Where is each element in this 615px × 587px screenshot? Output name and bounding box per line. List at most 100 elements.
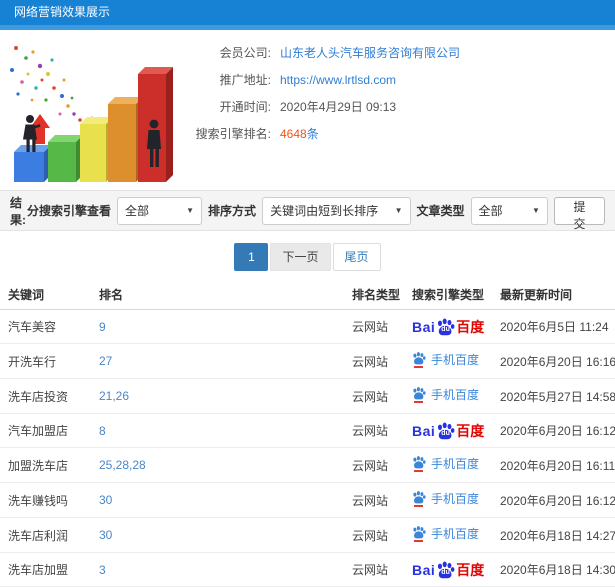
mobile-baidu-label: 手机百度 bbox=[431, 491, 480, 506]
mobile-baidu-label: 手机百度 bbox=[431, 526, 480, 541]
keyword-cell: 汽车加盟店 bbox=[0, 413, 95, 448]
mobile-baidu-label: 手机百度 bbox=[431, 456, 480, 471]
sort-select[interactable]: 关键词由短到长排序 ▼ bbox=[262, 196, 411, 225]
rank-link[interactable]: 27 bbox=[99, 354, 112, 368]
rank-type-cell: 云网站 bbox=[348, 309, 408, 344]
result-label: 结果: bbox=[10, 195, 26, 227]
header-engine-type: 搜索引擎类型 bbox=[408, 280, 496, 310]
submit-button[interactable]: 提交 bbox=[553, 196, 605, 231]
baidu-paw-icon: du bbox=[436, 317, 455, 336]
baidu-paw-icon: du bbox=[436, 560, 455, 579]
filter-controls: 分搜索引擎查看 全部 ▼ 排序方式 关键词由短到长排序 ▼ 文章类型 全部 ▼ … bbox=[26, 196, 605, 231]
next-page-button[interactable]: 下一页 bbox=[270, 243, 331, 271]
updated-cell: 2020年6月20日 16:12 bbox=[496, 482, 615, 518]
engine-cell: Bai du 百度 bbox=[408, 552, 496, 587]
rank-cell: 3 bbox=[95, 552, 348, 587]
table-row: 汽车加盟店 8 云网站 Bai du 百度 2020年6月20日 16:12 bbox=[0, 413, 615, 448]
company-label: 会员公司: bbox=[219, 46, 271, 60]
info-row-url: 推广地址: https://www.lrtlsd.com bbox=[183, 66, 615, 93]
updated-cell: 2020年6月20日 16:16 bbox=[496, 343, 615, 379]
header-keyword: 关键词 bbox=[0, 280, 95, 310]
rank-type-cell: 云网站 bbox=[348, 552, 408, 587]
table-body: 汽车美容 9 云网站 Bai du 百度 2020年6月5日 11:24 开洗车行 27 云网站手… bbox=[0, 309, 615, 587]
baidu-logo-bai: Bai bbox=[412, 318, 436, 335]
sort-filter-label: 排序方式 bbox=[208, 204, 257, 218]
keyword-cell: 开洗车行 bbox=[0, 343, 95, 379]
mobile-baidu-label: 手机百度 bbox=[431, 387, 480, 402]
mobile-baidu-paw-icon bbox=[412, 455, 426, 472]
bar-chart-illustration bbox=[2, 32, 180, 188]
info-section: 会员公司: 山东老人头汽车服务咨询有限公司 推广地址: https://www.… bbox=[0, 30, 615, 190]
mobile-baidu-logo: 手机百度 bbox=[412, 386, 479, 403]
baidu-logo-du: du bbox=[441, 430, 450, 437]
keyword-cell: 汽车美容 bbox=[0, 309, 95, 344]
baidu-logo-cn: 百度 bbox=[456, 422, 485, 439]
table-row: 洗车赚钱吗 30 云网站 手机百度 2020年6月20日 16:12 bbox=[0, 482, 615, 518]
promo-url-label: 推广地址: bbox=[219, 73, 271, 87]
rank-cell: 30 bbox=[95, 482, 348, 518]
rank-type-cell: 云网站 bbox=[348, 447, 408, 483]
keyword-cell: 洗车店利润 bbox=[0, 517, 95, 553]
header-rank: 排名 bbox=[95, 280, 348, 310]
baidu-logo-cn: 百度 bbox=[456, 318, 485, 335]
baidu-logo-cn: 百度 bbox=[456, 561, 485, 578]
chevron-down-icon: ▼ bbox=[532, 206, 540, 215]
rank-type-cell: 云网站 bbox=[348, 517, 408, 553]
page-title: 网络营销效果展示 bbox=[14, 5, 111, 19]
mobile-baidu-paw-icon bbox=[412, 351, 426, 368]
app-header: 网络营销效果展示 bbox=[0, 0, 615, 25]
info-row-rank-count: 搜索引擎排名: 4648条 bbox=[183, 120, 615, 147]
table-row: 汽车美容 9 云网站 Bai du 百度 2020年6月5日 11:24 bbox=[0, 309, 615, 344]
mobile-baidu-logo: 手机百度 bbox=[412, 490, 479, 507]
rank-type-cell: 云网站 bbox=[348, 413, 408, 448]
rank-link[interactable]: 9 bbox=[99, 320, 106, 334]
header-rank-type: 排名类型 bbox=[348, 280, 408, 310]
mobile-baidu-paw-icon bbox=[412, 490, 426, 507]
updated-cell: 2020年6月5日 11:24 bbox=[496, 309, 615, 344]
engine-cell: 手机百度 bbox=[408, 378, 496, 414]
rank-type-cell: 云网站 bbox=[348, 482, 408, 518]
rank-link[interactable]: 3 bbox=[99, 563, 106, 577]
engine-cell: Bai du 百度 bbox=[408, 309, 496, 344]
baidu-logo-bai: Bai bbox=[412, 561, 436, 578]
baidu-logo: Bai du 百度 bbox=[412, 421, 484, 440]
rank-link[interactable]: 8 bbox=[99, 424, 106, 438]
engine-select[interactable]: 全部 ▼ bbox=[116, 196, 203, 225]
info-row-company: 会员公司: 山东老人头汽车服务咨询有限公司 bbox=[183, 39, 615, 66]
rank-cell: 25,28,28 bbox=[95, 447, 348, 483]
keyword-cell: 加盟洗车店 bbox=[0, 447, 95, 483]
engine-select-value: 全部 bbox=[124, 204, 149, 218]
engine-cell: 手机百度 bbox=[408, 517, 496, 553]
rank-link[interactable]: 30 bbox=[99, 493, 112, 507]
rank-cell: 8 bbox=[95, 413, 348, 448]
table-row: 洗车店投资 21,26 云网站 手机百度 2020年5月27日 14:58 bbox=[0, 378, 615, 414]
rank-type-cell: 云网站 bbox=[348, 343, 408, 379]
mobile-baidu-paw-icon bbox=[412, 525, 426, 542]
engine-cell: 手机百度 bbox=[408, 343, 496, 379]
mobile-baidu-underline bbox=[414, 505, 423, 507]
engine-filter-label: 分搜索引擎查看 bbox=[26, 204, 111, 218]
mobile-baidu-logo: 手机百度 bbox=[412, 351, 479, 368]
keyword-cell: 洗车赚钱吗 bbox=[0, 482, 95, 518]
rank-link[interactable]: 30 bbox=[99, 528, 112, 542]
table-row: 洗车店加盟 3 云网站 Bai du 百度 2020年6月18日 14:30 bbox=[0, 552, 615, 587]
rank-count-number: 4648 bbox=[280, 127, 307, 141]
baidu-logo: Bai du 百度 bbox=[412, 560, 484, 579]
article-type-select[interactable]: 全部 ▼ bbox=[470, 196, 548, 225]
engine-cell: Bai du 百度 bbox=[408, 413, 496, 448]
last-page-button[interactable]: 尾页 bbox=[332, 243, 381, 271]
promo-url-link[interactable]: https://www.lrtlsd.com bbox=[280, 73, 396, 87]
confetti-dots bbox=[10, 46, 94, 126]
mobile-baidu-paw-icon bbox=[412, 386, 426, 403]
mobile-baidu-logo: 手机百度 bbox=[412, 525, 479, 542]
rank-link[interactable]: 25,28,28 bbox=[99, 458, 146, 472]
rank-link[interactable]: 21,26 bbox=[99, 389, 129, 403]
rank-cell: 9 bbox=[95, 309, 348, 344]
page-1-button[interactable]: 1 bbox=[234, 243, 269, 271]
company-link[interactable]: 山东老人头汽车服务咨询有限公司 bbox=[280, 44, 460, 61]
filter-bar: 结果: 分搜索引擎查看 全部 ▼ 排序方式 关键词由短到长排序 ▼ 文章类型 全… bbox=[0, 190, 615, 231]
engine-cell: 手机百度 bbox=[408, 447, 496, 483]
mobile-baidu-logo: 手机百度 bbox=[412, 455, 479, 472]
pagination: 1 下一页 尾页 bbox=[0, 231, 615, 280]
article-type-label: 文章类型 bbox=[416, 204, 465, 218]
